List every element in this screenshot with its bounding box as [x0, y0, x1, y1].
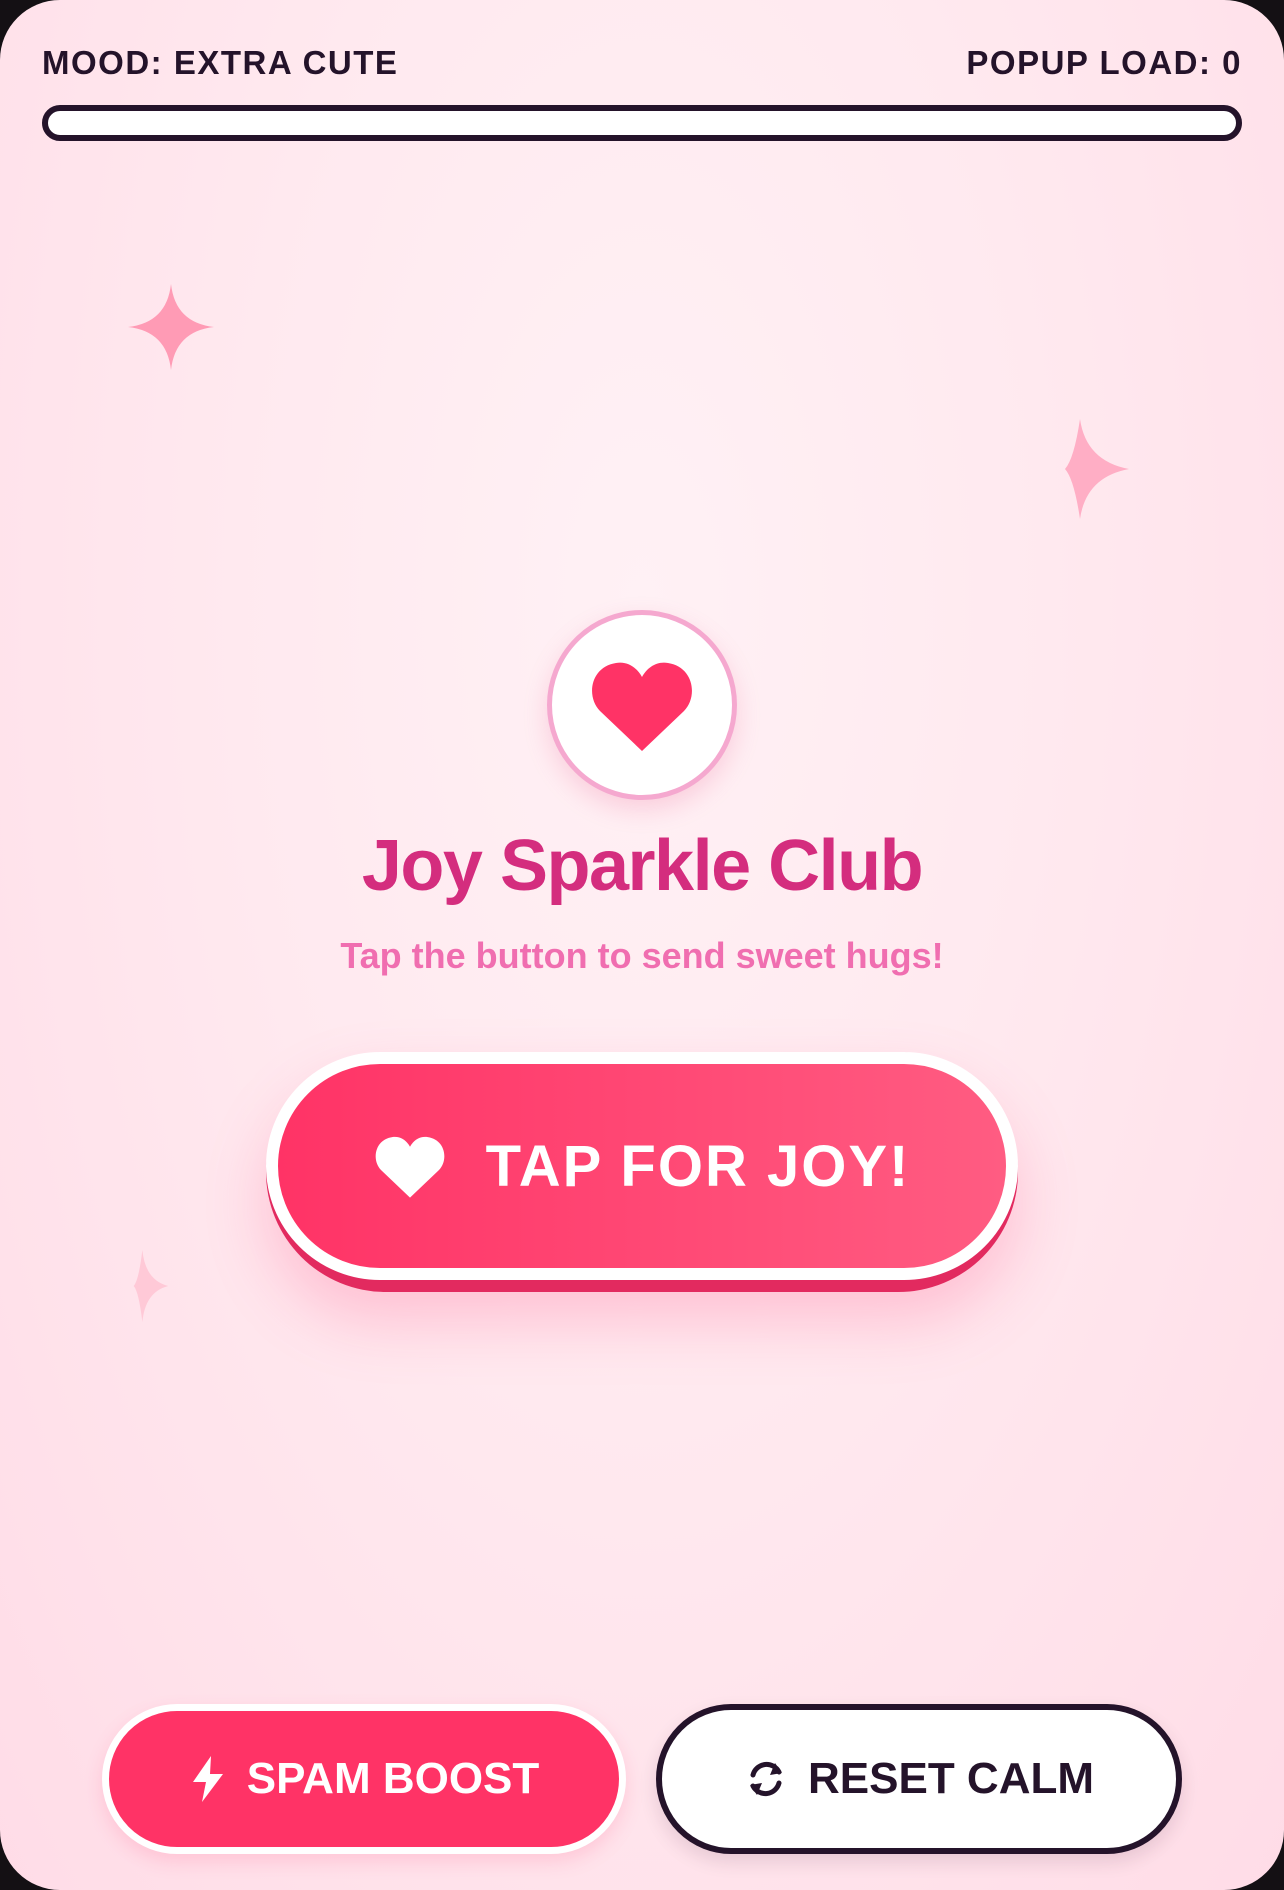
- reset-calm-button[interactable]: RESET CALM: [656, 1704, 1182, 1854]
- lightning-icon: [192, 1756, 223, 1802]
- popup-load-bar: [42, 105, 1242, 141]
- page-subtitle: Tap the button to send sweet hugs!: [340, 935, 944, 976]
- tap-for-joy-button-shadow: TAP FOR JOY!: [266, 1052, 1018, 1292]
- heart-icon: [375, 1136, 444, 1198]
- popup-load-label: POPUP LOAD: 0: [966, 44, 1242, 81]
- heart-badge: [547, 610, 737, 800]
- heart-icon: [592, 662, 692, 751]
- spam-boost-button[interactable]: SPAM BOOST: [102, 1704, 626, 1854]
- tap-for-joy-label: TAP FOR JOY!: [485, 1133, 911, 1199]
- sparkle-icon: [1065, 419, 1129, 519]
- refresh-icon: [750, 1761, 782, 1797]
- sparkle-icon: [128, 284, 214, 370]
- app-screen: MOOD: EXTRA CUTE POPUP LOAD: 0 Joy Spark…: [0, 0, 1284, 1890]
- status-bar: MOOD: EXTRA CUTE POPUP LOAD: 0: [42, 40, 1242, 86]
- mood-label: MOOD: EXTRA CUTE: [42, 44, 399, 81]
- reset-calm-label: RESET CALM: [808, 1754, 1094, 1803]
- spam-boost-label: SPAM BOOST: [246, 1754, 540, 1803]
- page-title: Joy Sparkle Club: [361, 826, 924, 906]
- tap-for-joy-button[interactable]: TAP FOR JOY!: [266, 1052, 1018, 1280]
- sparkle-icon: [133, 1250, 169, 1322]
